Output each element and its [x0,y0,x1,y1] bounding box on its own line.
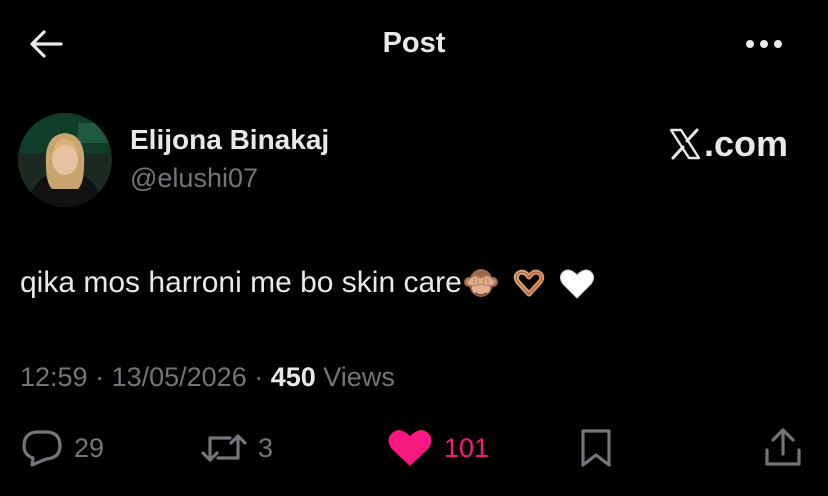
meta-separator: · [246,362,271,392]
white-heart-icon [559,269,594,299]
post-date: 13/05/2026 [111,362,247,392]
more-horizontal-icon [746,40,782,48]
tweet-text: qika mos harroni me bo skin care [20,264,596,302]
reply-button[interactable]: 29 [20,424,104,472]
avatar-image [18,113,112,207]
bookmark-icon [581,429,611,467]
watermark-text: .com [704,123,789,164]
views-count[interactable]: 450 [271,362,316,392]
reply-icon [22,430,62,467]
repost-icon [201,434,247,462]
like-button[interactable]: 101 [386,424,489,472]
repost-count: 3 [258,432,274,463]
see-no-evil-monkey-icon [463,269,498,297]
bookmark-button[interactable] [578,424,614,472]
reply-count: 29 [74,432,105,463]
author-name[interactable]: Elijona Binakaj [130,124,329,156]
repost-button[interactable]: 3 [200,424,273,472]
author-handle[interactable]: @elushi07 [130,163,258,194]
avatar[interactable] [18,113,112,207]
tweet-text-content: qika mos harroni me bo skin care [20,266,462,299]
x-logo-icon [669,128,701,160]
heart-filled-icon [388,430,432,466]
share-button[interactable] [762,424,804,472]
x-com-watermark: .com [668,123,789,164]
share-icon [765,428,801,466]
more-options-button[interactable] [742,30,786,58]
page-title: Post [382,27,446,59]
post-time: 12:59 [20,362,88,392]
heart-hands-icon [513,269,545,297]
views-label: Views [315,362,395,392]
meta-separator: · [87,362,112,392]
like-count: 101 [444,432,490,463]
post-meta: 12:59 · 13/05/2026 · 450 Views [20,362,395,393]
